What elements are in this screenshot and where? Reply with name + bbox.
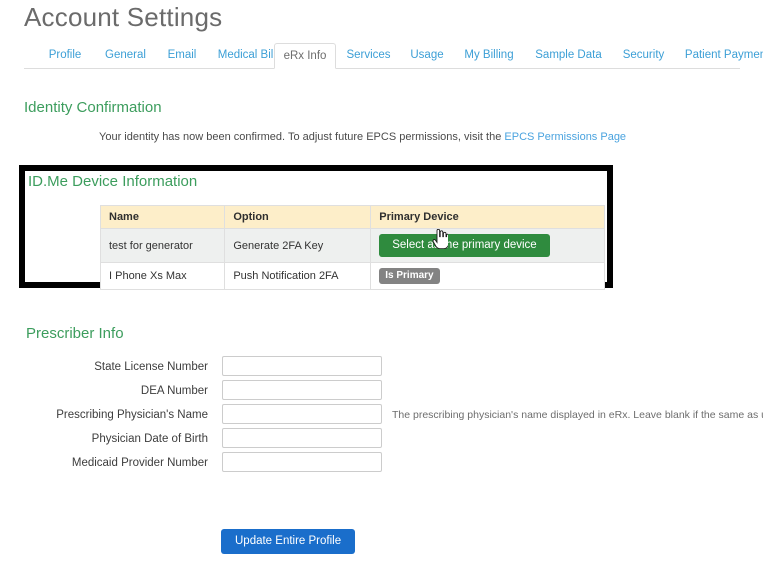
identity-confirmation-heading: Identity Confirmation [24, 99, 162, 116]
input-physician-date-of-birth[interactable] [222, 428, 382, 448]
cell-device-name: test for generator [99, 228, 226, 263]
input-medicaid-provider-number[interactable] [222, 452, 382, 472]
tab-my-billing[interactable]: My Billing [453, 43, 525, 69]
input-dea-number[interactable] [222, 380, 382, 400]
device-table: Name Option Primary Device test for gene… [99, 205, 605, 290]
tab-bar: Profile General Email Medical Billing eRx In… [24, 43, 763, 69]
input-state-license-number[interactable] [222, 356, 382, 376]
tab-services[interactable]: Services [336, 43, 401, 69]
cell-device-name: I Phone Xs Max [99, 262, 226, 290]
form-label: DEA Number [140, 385, 208, 397]
form-row: Physician Date of Birth [0, 428, 763, 450]
tab-erx-info[interactable]: eRx Info [274, 43, 336, 69]
tab-sample-data[interactable]: Sample Data [525, 43, 612, 69]
column-header-name: Name [99, 205, 226, 229]
column-header-primary-device: Primary Device [370, 205, 605, 229]
form-row: Prescribing Physician's Name The prescrib… [0, 404, 763, 426]
tab-security[interactable]: Security [612, 43, 675, 69]
form-label: State License Number [94, 361, 208, 373]
tab-profile[interactable]: Profile [36, 43, 94, 69]
cell-primary-device: Is Primary [370, 262, 605, 290]
form-row: Medicaid Provider Number [0, 452, 763, 474]
device-table-body: test for generator Generate 2FA Key Sele… [99, 228, 605, 290]
identity-confirmation-message: Your identity has now been confirmed. To… [99, 131, 626, 143]
page-title: Account Settings [24, 2, 223, 32]
table-row[interactable]: test for generator Generate 2FA Key Sele… [99, 228, 605, 263]
form-label: Physician Date of Birth [91, 433, 208, 445]
cell-device-option: Push Notification 2FA [224, 262, 372, 290]
tab-general[interactable]: General [94, 43, 157, 69]
column-header-option: Option [224, 205, 372, 229]
table-row[interactable]: I Phone Xs Max Push Notification 2FA Is … [99, 262, 605, 290]
form-label: Medicaid Provider Number [71, 457, 208, 469]
tab-email[interactable]: Email [157, 43, 207, 69]
is-primary-badge: Is Primary [379, 268, 440, 284]
update-entire-profile-button[interactable]: Update Entire Profile [221, 529, 356, 554]
epcs-permissions-link[interactable]: EPCS Permissions Page [504, 131, 626, 143]
identity-message-text: Your identity has now been confirmed. To… [99, 131, 505, 143]
form-row: DEA Number [0, 380, 763, 402]
tab-patient-payments[interactable]: Patient Payments [675, 43, 763, 69]
device-table-head: Name Option Primary Device [99, 205, 605, 229]
tab-usage[interactable]: Usage [401, 43, 453, 69]
select-as-primary-device-button[interactable]: Select as the primary device [379, 234, 550, 257]
cell-device-option: Generate 2FA Key [224, 228, 372, 263]
input-prescribing-physician-s-name[interactable] [222, 404, 382, 424]
cell-primary-device: Select as the primary device [370, 228, 605, 263]
table-header-row: Name Option Primary Device [99, 205, 605, 229]
prescriber-info-heading: Prescriber Info [26, 325, 124, 342]
device-information-heading: ID.Me Device Information [28, 173, 198, 190]
form-row: State License Number [0, 356, 763, 378]
field-help-text: The prescribing physician's name display… [392, 409, 763, 421]
form-label: Prescribing Physician's Name [56, 409, 208, 421]
